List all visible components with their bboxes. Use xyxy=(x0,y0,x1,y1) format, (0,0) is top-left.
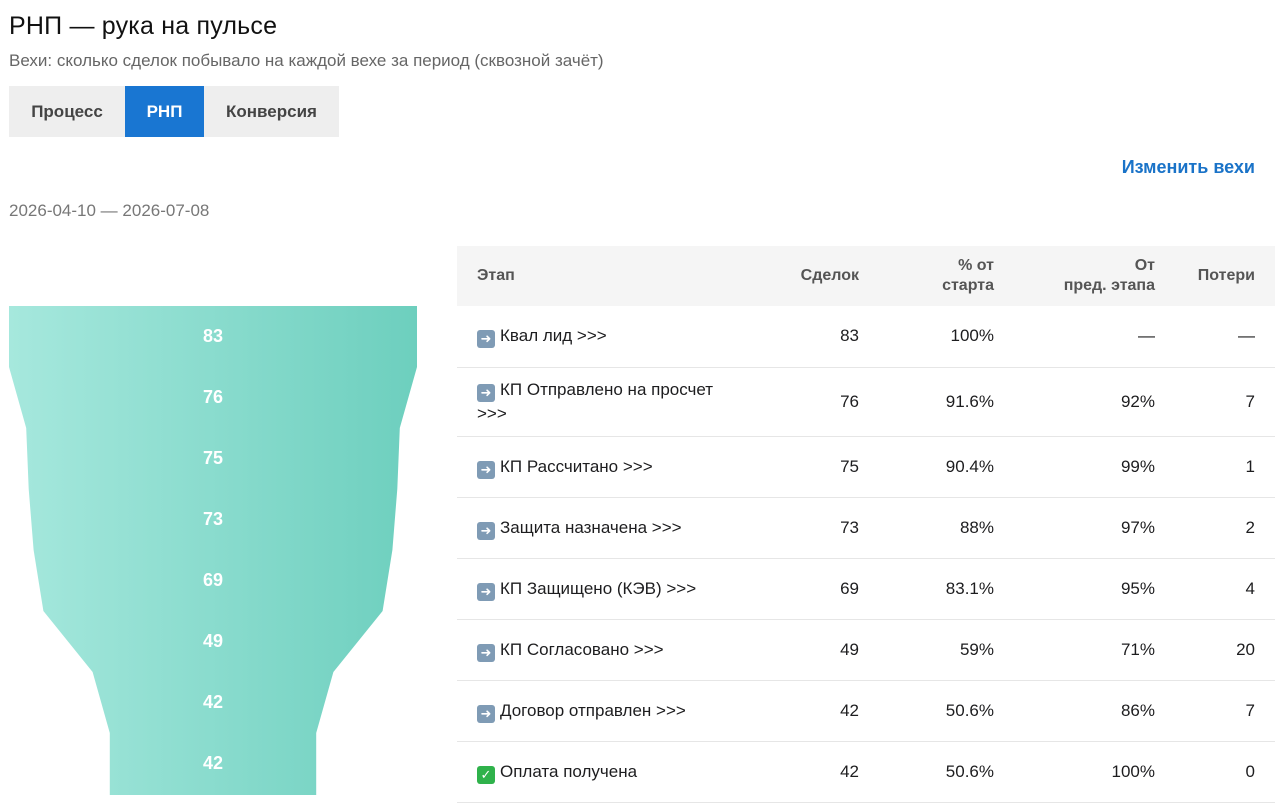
stage-label: КП Защищено (КЭВ) >>> xyxy=(500,578,697,598)
header-pct-prev-line2: пред. этапа xyxy=(1063,277,1155,294)
header-pct-prev-line1: От xyxy=(1134,257,1155,274)
table-row: ✓ Оплата получена 42 50.6% 100% 0 xyxy=(457,741,1275,803)
arrow-right-icon: ➜ xyxy=(477,643,495,662)
cell-stage: ✓ Оплата получена xyxy=(457,741,749,803)
stage-label: КП Рассчитано >>> xyxy=(500,456,653,476)
stage-label: КП Отправлено на просчет >>> xyxy=(477,379,714,423)
cell-pct-prev: 99% xyxy=(1014,436,1175,498)
cell-pct-start: 50.6% xyxy=(879,680,1014,742)
stage-label: Защита назначена >>> xyxy=(500,517,682,537)
arrow-right-icon: ➜ xyxy=(477,383,495,402)
cell-deals: 83 xyxy=(749,306,879,368)
arrow-right-icon: ➜ xyxy=(477,704,495,723)
tab-rnp[interactable]: РНП xyxy=(125,86,204,137)
tab-process[interactable]: Процесс xyxy=(9,86,125,137)
cell-pct-prev: 92% xyxy=(1014,367,1175,437)
tab-conversion[interactable]: Конверсия xyxy=(204,86,339,137)
cell-pct-prev: 97% xyxy=(1014,497,1175,559)
check-mark-icon: ✓ xyxy=(477,765,495,784)
cell-stage: ➜ Квал лид >>> xyxy=(457,306,749,368)
cell-deals: 76 xyxy=(749,367,879,437)
edit-milestones-link[interactable]: Изменить вехи xyxy=(1122,157,1255,178)
header-deals: Сделок xyxy=(800,267,859,284)
cell-deals: 73 xyxy=(749,497,879,559)
cell-pct-start: 88% xyxy=(879,497,1014,559)
funnel-value: 69 xyxy=(202,570,224,590)
cell-pct-prev: 100% xyxy=(1014,741,1175,803)
header-pct-start-line2: старта xyxy=(942,277,994,294)
cell-losses: 1 xyxy=(1175,436,1275,498)
cell-pct-start: 59% xyxy=(879,619,1014,681)
header-losses: Потери xyxy=(1197,267,1255,284)
funnel-value: 73 xyxy=(202,509,224,529)
header-pct-start: % от старта xyxy=(879,246,1014,306)
date-range: 2026-04-10 — 2026-07-08 xyxy=(9,201,210,220)
cell-pct-start: 83.1% xyxy=(879,558,1014,620)
cell-stage: ➜ КП Отправлено на просчет >>> xyxy=(457,367,749,437)
cell-losses: 2 xyxy=(1175,497,1275,559)
cell-pct-start: 50.6% xyxy=(879,741,1014,803)
milestones-table: Этап Сделок % от старта От пред. этапа П… xyxy=(457,246,1275,803)
cell-pct-start: 91.6% xyxy=(879,367,1014,437)
cell-deals: 49 xyxy=(749,619,879,681)
cell-losses: 20 xyxy=(1175,619,1275,681)
cell-pct-start: 100% xyxy=(879,306,1014,368)
cell-losses: 4 xyxy=(1175,558,1275,620)
view-tabs: Процесс РНП Конверсия xyxy=(9,86,339,137)
funnel-value: 42 xyxy=(202,692,224,712)
funnel-value: 83 xyxy=(202,326,224,346)
table-row: ➜ КП Защищено (КЭВ) >>> 69 83.1% 95% 4 xyxy=(457,558,1275,620)
header-stage: Этап xyxy=(477,267,515,284)
cell-losses: — xyxy=(1175,306,1275,368)
cell-stage: ➜ КП Согласовано >>> xyxy=(457,619,749,681)
table-body: ➜ Квал лид >>> 83 100% — — ➜ КП Отправлено на п… xyxy=(457,306,1275,803)
arrow-right-icon: ➜ xyxy=(477,521,495,540)
cell-deals: 75 xyxy=(749,436,879,498)
stage-label: Квал лид >>> xyxy=(500,326,607,346)
header-pct-prev: От пред. этапа xyxy=(1014,246,1175,306)
cell-losses: 0 xyxy=(1175,741,1275,803)
cell-losses: 7 xyxy=(1175,680,1275,742)
funnel-value: 49 xyxy=(202,631,224,651)
stage-label: Оплата получена xyxy=(500,761,638,781)
table-row: ➜ КП Согласовано >>> 49 59% 71% 20 xyxy=(457,619,1275,681)
cell-pct-prev: 71% xyxy=(1014,619,1175,681)
cell-stage: ➜ КП Рассчитано >>> xyxy=(457,436,749,498)
page-title: РНП — рука на пульсе xyxy=(9,12,278,40)
funnel-value: 75 xyxy=(202,448,224,468)
funnel-value: 42 xyxy=(202,753,224,773)
cell-deals: 42 xyxy=(749,741,879,803)
cell-deals: 42 xyxy=(749,680,879,742)
funnel-labels: 83 76 75 73 69 49 42 42 xyxy=(9,306,417,795)
table-row: ➜ КП Отправлено на просчет >>> 76 91.6% 92% 7 xyxy=(457,367,1275,437)
cell-pct-prev: — xyxy=(1014,306,1175,368)
funnel-value: 76 xyxy=(202,387,224,407)
stage-label: Договор отправлен >>> xyxy=(500,700,686,720)
milestones-table-container: Этап Сделок % от старта От пред. этапа П… xyxy=(457,246,1275,803)
stage-label: КП Согласовано >>> xyxy=(500,639,664,659)
cell-stage: ➜ Договор отправлен >>> xyxy=(457,680,749,742)
table-header-row: Этап Сделок % от старта От пред. этапа П… xyxy=(457,246,1275,306)
arrow-right-icon: ➜ xyxy=(477,330,495,349)
table-row: ➜ Квал лид >>> 83 100% — — xyxy=(457,306,1275,368)
arrow-right-icon: ➜ xyxy=(477,460,495,479)
cell-pct-prev: 86% xyxy=(1014,680,1175,742)
cell-pct-start: 90.4% xyxy=(879,436,1014,498)
cell-stage: ➜ Защита назначена >>> xyxy=(457,497,749,559)
table-row: ➜ Защита назначена >>> 73 88% 97% 2 xyxy=(457,497,1275,559)
table-row: ➜ КП Рассчитано >>> 75 90.4% 99% 1 xyxy=(457,436,1275,498)
cell-losses: 7 xyxy=(1175,367,1275,437)
cell-deals: 69 xyxy=(749,558,879,620)
cell-pct-prev: 95% xyxy=(1014,558,1175,620)
funnel-chart: 83 76 75 73 69 49 42 42 xyxy=(9,306,417,795)
cell-stage: ➜ КП Защищено (КЭВ) >>> xyxy=(457,558,749,620)
header-pct-start-line1: % от xyxy=(958,257,994,274)
arrow-right-icon: ➜ xyxy=(477,582,495,601)
table-row: ➜ Договор отправлен >>> 42 50.6% 86% 7 xyxy=(457,680,1275,742)
page-subtitle: Вехи: сколько сделок побывало на каждой … xyxy=(9,51,604,70)
